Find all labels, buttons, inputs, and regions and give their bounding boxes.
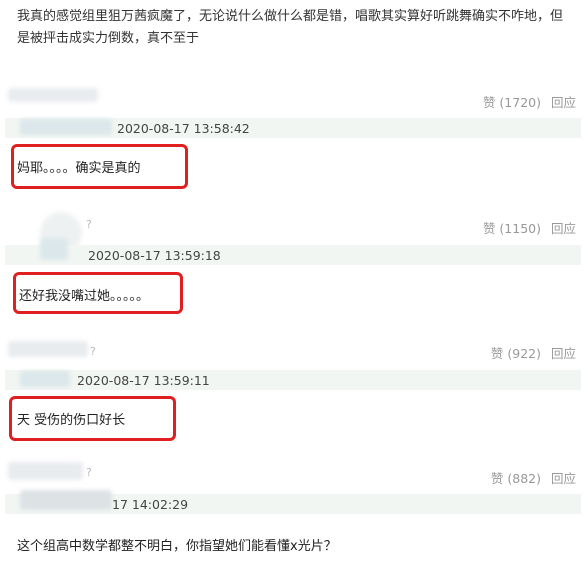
reply-text: 这个组高中数学都整不明白，你指望她们能看懂x光片？ [17,539,337,554]
reply-text: 天 受伤的伤口好长 [17,413,126,428]
reply-button[interactable]: 回应 [551,221,576,236]
like-button[interactable]: 赞 (1720) [483,95,541,110]
comment-actions: 赞 (1150) 回应 [477,218,576,237]
reply-button[interactable]: 回应 [551,95,576,110]
avatar-blurred [20,371,70,387]
glyph-fragment: ? [90,345,96,358]
reply-button[interactable]: 回应 [551,346,576,361]
timestamp: 17 14:02:29 [112,497,189,512]
reply-text: 还好我没嘴过她。。。。。 [19,289,150,304]
glyph-fragment: ? [86,466,92,479]
comment-actions: 赞 (922) 回应 [485,343,576,362]
comment-actions: 赞 (1720) 回应 [477,92,576,111]
avatar-blurred [20,490,112,510]
avatar-blurred [40,238,68,260]
timestamp: 2020-08-17 13:59:18 [88,248,221,263]
like-button[interactable]: 赞 (882) [491,471,541,486]
post-text: 我真的感觉组里狙万茜疯魔了，无论说什么做什么都是错，唱歌其实算好听跳舞确实不咋地… [17,9,564,46]
like-button[interactable]: 赞 (922) [491,346,541,361]
avatar-blurred [20,119,112,135]
glyph-fragment: ? [86,218,92,231]
timestamp: 2020-08-17 13:59:11 [77,373,210,388]
username-blurred [8,341,88,357]
reply-text: 妈耶。。。。确实是真的 [17,161,141,176]
username-blurred [8,88,98,102]
timestamp: 2020-08-17 13:58:42 [117,121,250,136]
like-button[interactable]: 赞 (1150) [483,221,541,236]
reply-button[interactable]: 回应 [551,471,576,486]
comment-actions: 赞 (882) 回应 [485,468,576,487]
username-blurred [8,462,83,480]
